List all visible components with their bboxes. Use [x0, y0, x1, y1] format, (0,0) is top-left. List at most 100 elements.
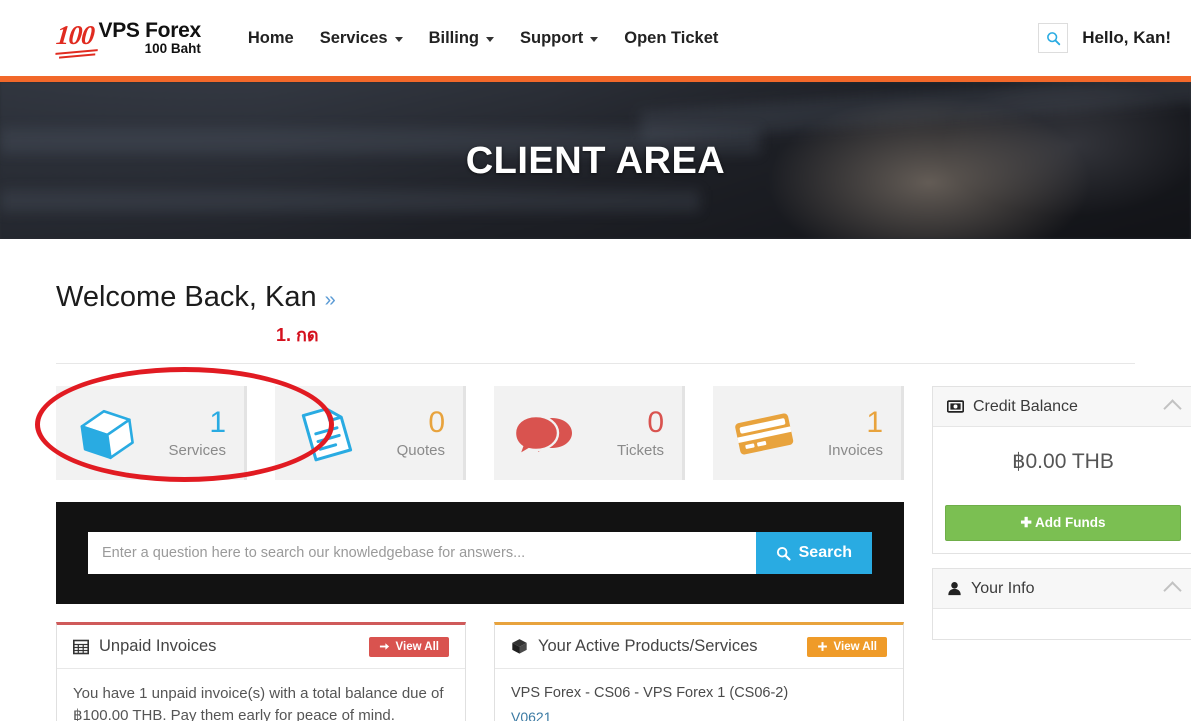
panel-active-services: Your Active Products/Services View All V… — [494, 622, 904, 721]
nav-label: Home — [247, 28, 294, 47]
document-icon — [295, 404, 367, 462]
plus-icon: ✚ — [1020, 515, 1032, 530]
panel-title-text: Unpaid Invoices — [99, 637, 217, 655]
credit-balance-footer: ✚ Add Funds — [933, 496, 1191, 553]
header-search-button[interactable] — [1038, 23, 1069, 53]
service-name: VPS Forex - CS06 - VPS Forex 1 (CS06-2) — [511, 685, 789, 701]
nav-label: Open Ticket — [624, 28, 719, 47]
hero-banner: CLIENT AREA — [0, 82, 1191, 239]
add-funds-label: Add Funds — [1035, 515, 1106, 530]
add-funds-button[interactable]: ✚ Add Funds — [945, 505, 1181, 541]
panel-credit-balance: Credit Balance ฿0.00 THB ✚ Add Funds — [932, 386, 1191, 554]
nav-item-open-ticket[interactable]: Open Ticket — [611, 23, 731, 54]
arrow-right-icon — [379, 643, 389, 650]
stat-count: 1 — [209, 406, 226, 440]
active-services-list: VPS Forex - CS06 - VPS Forex 1 (CS06-2) … — [495, 669, 903, 721]
nav-item-home[interactable]: Home — [235, 23, 307, 54]
knowledgebase-search-button[interactable]: Search — [755, 532, 872, 574]
logo-wordmark: VPS Forex 100 Baht — [98, 18, 202, 56]
panel-title-credit-balance: Credit Balance — [947, 398, 1166, 416]
panel-header: Credit Balance — [933, 387, 1191, 427]
nav-item-services[interactable]: Services — [307, 23, 416, 54]
stat-tile-text: 0 Quotes — [367, 407, 445, 458]
chevron-down-icon — [590, 36, 599, 42]
credit-balance-amount: ฿0.00 THB — [1012, 450, 1114, 473]
panel-header: Your Info — [933, 569, 1191, 609]
annotation-step-1: 1. กด — [276, 325, 319, 345]
stat-tile-text: 1 Invoices — [805, 407, 883, 458]
panel-unpaid-invoices: Unpaid Invoices View All You have 1 unpa… — [56, 622, 466, 721]
search-button-label: Search — [798, 544, 852, 561]
list-item[interactable]: VPS Forex - CS06 - VPS Forex 1 (CS06-2) … — [511, 683, 887, 721]
table-icon — [73, 639, 89, 655]
service-domain-link[interactable]: V0621 — [511, 707, 887, 721]
page-content: Welcome Back, Kan » 1. กด 1 Services 0 Q… — [0, 239, 1191, 721]
stat-tile-services[interactable]: 1 Services — [35, 367, 334, 482]
logo-100-mark: 100 — [54, 20, 96, 55]
credit-card-icon — [733, 404, 805, 462]
money-icon — [947, 400, 964, 413]
main-navigation: Home Services Billing Support Open Ticke… — [235, 23, 732, 54]
view-all-unpaid-invoices-button[interactable]: View All — [368, 636, 449, 657]
user-greeting[interactable]: Hello, Kan! — [1082, 28, 1171, 48]
header-right-area: Hello, Kan! — [1038, 0, 1191, 76]
stat-count: 0 — [428, 406, 445, 440]
chevron-down-icon — [394, 36, 403, 42]
unpaid-invoices-message: You have 1 unpaid invoice(s) with a tota… — [73, 685, 444, 721]
nav-item-support[interactable]: Support — [507, 23, 611, 54]
search-icon — [776, 546, 791, 561]
panel-title-unpaid-invoices: Unpaid Invoices — [73, 637, 369, 656]
user-icon — [947, 581, 962, 596]
logo-main-text: VPS Forex — [98, 18, 202, 42]
chevron-up-icon[interactable] — [1163, 399, 1182, 418]
box-icon — [76, 404, 148, 462]
box-icon — [511, 638, 528, 655]
section-divider — [56, 363, 1135, 364]
view-all-services-button[interactable]: View All — [806, 636, 887, 657]
stat-tile-text: 1 Services — [148, 407, 226, 458]
view-all-label: View All — [833, 640, 877, 653]
logo-sub-text: 100 Baht — [144, 40, 201, 56]
annotation-row: 1. กด — [56, 314, 1135, 349]
nav-item-billing[interactable]: Billing — [416, 23, 507, 54]
dashboard-main-column: 1 Services 0 Quotes 0 Tickets 1 Invoices… — [35, 367, 904, 721]
nav-label: Services — [319, 28, 388, 47]
speech-bubbles-icon — [514, 404, 586, 462]
nav-label: Support — [520, 28, 584, 47]
welcome-heading: Welcome Back, Kan » — [56, 281, 336, 313]
stat-label: Services — [168, 441, 226, 459]
dashboard-grid: 1 Services 0 Quotes 0 Tickets 1 Invoices… — [35, 367, 1191, 721]
stat-label: Quotes — [396, 441, 445, 459]
panel-your-info: Your Info — [932, 568, 1191, 640]
panel-title-text: Your Info — [971, 579, 1035, 597]
view-all-label: View All — [395, 640, 439, 653]
stat-label: Invoices — [827, 441, 883, 459]
chevron-up-icon[interactable] — [1163, 581, 1182, 600]
stat-label: Tickets — [617, 441, 664, 459]
panel-title-text: Credit Balance — [973, 397, 1078, 415]
chevron-down-icon — [486, 36, 495, 42]
welcome-text: Welcome Back, Kan — [56, 281, 317, 313]
stat-tile-text: 0 Tickets — [586, 407, 664, 458]
nav-label: Billing — [428, 28, 480, 47]
panel-title-active-services: Your Active Products/Services — [511, 637, 807, 656]
panel-title-your-info: Your Info — [947, 580, 1166, 598]
stat-tile-tickets[interactable]: 0 Tickets — [494, 386, 685, 480]
your-info-body — [933, 609, 1191, 639]
panel-title-text: Your Active Products/Services — [538, 637, 758, 655]
panel-header: Your Active Products/Services View All — [495, 625, 903, 669]
knowledgebase-search-bar: Search — [56, 502, 904, 604]
plus-icon — [817, 642, 827, 651]
dashboard-sidebar: Credit Balance ฿0.00 THB ✚ Add Funds You… — [932, 386, 1191, 654]
panel-header: Unpaid Invoices View All — [57, 625, 465, 669]
stat-count: 1 — [866, 406, 883, 440]
stat-tile-quotes[interactable]: 0 Quotes — [275, 386, 466, 480]
credit-balance-body: ฿0.00 THB — [933, 427, 1191, 496]
stat-tile-invoices[interactable]: 1 Invoices — [713, 386, 904, 480]
welcome-chevron-icon[interactable]: » — [325, 289, 336, 311]
stat-tiles: 1 Services 0 Quotes 0 Tickets 1 Invoices — [35, 367, 904, 482]
stat-count: 0 — [647, 406, 664, 440]
site-logo[interactable]: 100 VPS Forex 100 Baht — [54, 18, 202, 56]
knowledgebase-search-input[interactable] — [88, 532, 756, 574]
search-icon — [1046, 31, 1060, 45]
